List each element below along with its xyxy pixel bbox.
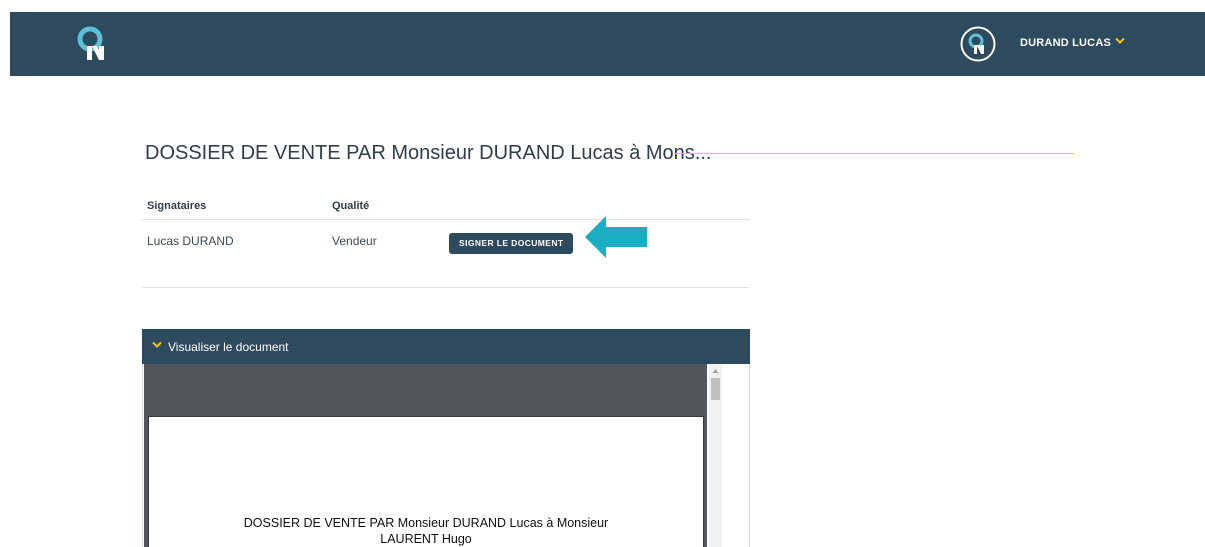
viewer-label: Visualiser le document bbox=[168, 340, 289, 354]
scroll-up-arrow-icon[interactable] bbox=[709, 366, 722, 376]
chevron-down-icon bbox=[1115, 37, 1125, 44]
qn-avatar-icon[interactable] bbox=[960, 26, 996, 62]
signers-table-header: Signataires Qualité bbox=[142, 197, 750, 220]
pdf-viewer: DOSSIER DE VENTE PAR Monsieur DURAND Luc… bbox=[142, 364, 750, 547]
top-navbar: DURAND LUCAS bbox=[10, 12, 1205, 76]
signer-role: Vendeur bbox=[332, 234, 377, 248]
signers-table: Signataires Qualité Lucas DURAND Vendeur… bbox=[142, 197, 750, 288]
pdf-page-title: DOSSIER DE VENTE PAR Monsieur DURAND Luc… bbox=[149, 515, 703, 547]
pdf-title-line-2: LAURENT Hugo bbox=[380, 532, 472, 546]
user-name-label: DURAND LUCAS bbox=[1020, 37, 1112, 49]
pdf-canvas[interactable]: DOSSIER DE VENTE PAR Monsieur DURAND Luc… bbox=[144, 364, 707, 547]
page-title: DOSSIER DE VENTE PAR Monsieur DURAND Luc… bbox=[145, 142, 712, 164]
document-viewer-panel: Visualiser le document DOSSIER DE VENTE … bbox=[142, 329, 750, 547]
column-header-signataires: Signataires bbox=[147, 200, 207, 212]
pdf-page: DOSSIER DE VENTE PAR Monsieur DURAND Luc… bbox=[148, 416, 704, 547]
user-menu[interactable]: DURAND LUCAS bbox=[1020, 37, 1125, 49]
pdf-title-line-1: DOSSIER DE VENTE PAR Monsieur DURAND Luc… bbox=[243, 516, 609, 530]
table-row: Lucas DURAND Vendeur SIGNER LE DOCUMENT bbox=[142, 220, 750, 288]
chevron-down-icon bbox=[152, 341, 162, 348]
arrow-left-icon bbox=[585, 216, 647, 258]
viewer-toggle[interactable]: Visualiser le document bbox=[142, 329, 750, 364]
scrollbar-thumb[interactable] bbox=[711, 378, 720, 400]
signer-name: Lucas DURAND bbox=[147, 234, 234, 248]
title-divider bbox=[674, 153, 1074, 154]
qn-logo-icon[interactable] bbox=[75, 26, 109, 62]
vertical-scrollbar[interactable] bbox=[709, 364, 722, 547]
sign-document-button[interactable]: SIGNER LE DOCUMENT bbox=[449, 233, 574, 254]
column-header-qualite: Qualité bbox=[332, 200, 370, 212]
